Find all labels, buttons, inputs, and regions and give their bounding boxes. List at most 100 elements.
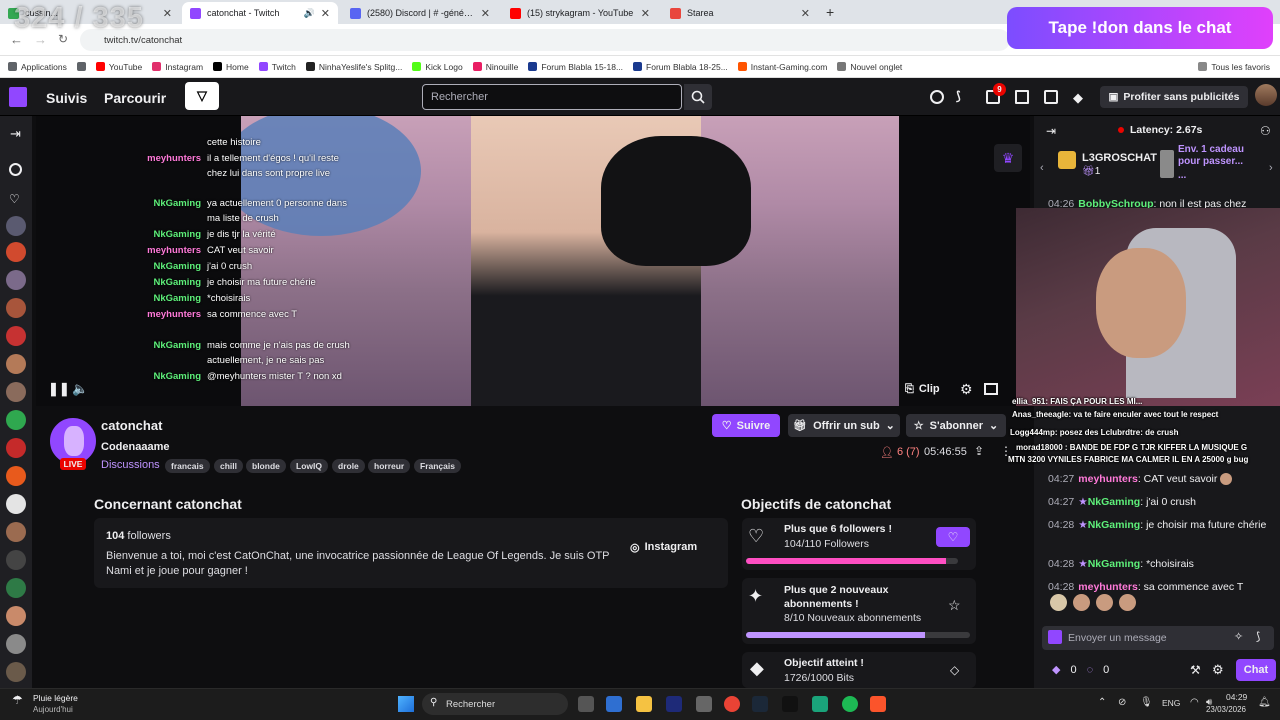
nav-following[interactable]: Suivis xyxy=(46,90,87,106)
channel-avatar[interactable] xyxy=(6,242,26,262)
close-tab-icon[interactable]: ✕ xyxy=(641,7,650,20)
bookmark[interactable]: YouTube xyxy=(95,62,142,72)
speaker-icon[interactable]: 🔊 xyxy=(304,8,315,19)
bookmark[interactable]: Ninouille xyxy=(472,62,518,72)
weather-text[interactable]: Pluie légère xyxy=(33,693,78,703)
instagram-link[interactable]: ◎ Instagram xyxy=(630,541,697,554)
channel-avatar[interactable] xyxy=(6,354,26,374)
collapse-chat-icon[interactable]: ⇥ xyxy=(1046,124,1056,138)
bits-icon[interactable]: ◇ xyxy=(950,663,959,677)
goal-follow-button[interactable]: ♡ xyxy=(936,527,970,547)
bookmark[interactable]: Home xyxy=(213,62,249,72)
widgets-icon[interactable] xyxy=(606,696,622,712)
bookmark[interactable]: Kick Logo xyxy=(412,62,463,72)
browser-tab[interactable]: Starea ✕ xyxy=(662,2,818,24)
star-icon[interactable]: ☆ xyxy=(948,597,961,614)
bookmark[interactable]: Applications xyxy=(8,62,67,72)
settings-app-icon[interactable] xyxy=(696,696,712,712)
crown-icon[interactable]: ♛ xyxy=(994,144,1022,172)
carousel-prev-icon[interactable]: ‹ xyxy=(1040,162,1044,174)
channel-points-icon[interactable]: ◌ xyxy=(1087,664,1094,676)
close-tab-icon[interactable]: ✕ xyxy=(321,7,330,20)
channel-name[interactable]: catonchat xyxy=(101,418,162,433)
channel-avatar[interactable] xyxy=(6,494,26,514)
browser-tab-active[interactable]: catonchat - Twitch 🔊 ✕ xyxy=(182,2,338,24)
app-icon[interactable] xyxy=(812,696,828,712)
all-bookmarks[interactable]: Tous les favoris xyxy=(1198,62,1270,72)
premiere-icon[interactable] xyxy=(666,696,682,712)
expand-sidebar-icon[interactable]: ⇥ xyxy=(10,126,21,142)
channel-avatar[interactable] xyxy=(6,216,26,236)
chrome-icon[interactable] xyxy=(724,696,740,712)
channel-avatar[interactable] xyxy=(6,298,26,318)
tag[interactable]: LowIQ xyxy=(290,459,328,473)
weather-icon[interactable]: ☂ xyxy=(12,693,23,707)
prime-icon[interactable]: ⟆ xyxy=(956,89,970,103)
wifi-icon[interactable]: ◠ xyxy=(1190,697,1199,708)
chat-tools-icon[interactable]: ⚒ xyxy=(1190,663,1201,677)
bookmark[interactable] xyxy=(76,62,86,71)
channel-avatar[interactable] xyxy=(6,466,26,486)
clip-button[interactable]: ⎘ Clip xyxy=(905,381,940,397)
brave-icon[interactable] xyxy=(870,696,886,712)
channel-avatar[interactable] xyxy=(6,410,26,430)
bookmark[interactable]: Forum Blabla 18-25... xyxy=(633,62,728,72)
channel-avatar[interactable] xyxy=(6,606,26,626)
close-tab-icon[interactable]: ✕ xyxy=(801,7,810,20)
channel-avatar[interactable] xyxy=(6,634,26,654)
new-tab-button[interactable]: + xyxy=(826,4,834,20)
tag[interactable]: chill xyxy=(214,459,244,473)
channel-avatar[interactable] xyxy=(6,326,26,346)
language-indicator[interactable]: ENG xyxy=(1162,698,1180,708)
bookmark[interactable]: Instagram xyxy=(152,62,203,72)
tiktok-icon[interactable] xyxy=(782,696,798,712)
theatre-mode-icon[interactable] xyxy=(984,383,998,395)
nav-browse[interactable]: Parcourir xyxy=(104,90,166,106)
windows-start-icon[interactable] xyxy=(398,696,414,712)
mic-icon[interactable]: 🎙︎ xyxy=(1140,697,1153,708)
settings-gear-icon[interactable]: ⚙ xyxy=(960,381,973,397)
browser-tab[interactable]: (2580) Discord | # -général | ✕ xyxy=(342,2,498,24)
mail-icon[interactable] xyxy=(1015,90,1029,104)
clock-date[interactable]: 23/03/2026 xyxy=(1204,705,1246,714)
recommended-icon[interactable] xyxy=(9,163,22,176)
steam-icon[interactable] xyxy=(752,696,768,712)
browser-tab[interactable]: (15) strykagram - YouTube ✕ xyxy=(502,2,658,24)
bookmark[interactable]: Twitch xyxy=(258,62,296,72)
search-button[interactable] xyxy=(684,84,712,110)
user-avatar[interactable] xyxy=(1255,84,1277,106)
spotify-icon[interactable] xyxy=(842,696,858,712)
close-tab-icon[interactable]: ✕ xyxy=(163,7,172,20)
taskbar-search[interactable]: Rechercher xyxy=(422,693,568,715)
twitch-logo-icon[interactable] xyxy=(9,87,27,107)
bits-icon[interactable]: ◆ xyxy=(1073,90,1087,105)
url-field[interactable]: twitch.tv/catonchat xyxy=(80,29,1010,51)
carousel-next-icon[interactable]: › xyxy=(1269,162,1273,174)
tag[interactable]: francais xyxy=(165,459,210,473)
taskview-icon[interactable] xyxy=(578,696,594,712)
bookmark[interactable]: Nouvel onglet xyxy=(837,62,902,72)
channel-avatar[interactable] xyxy=(6,662,26,682)
close-tab-icon[interactable]: ✕ xyxy=(481,7,490,20)
tag[interactable]: drole xyxy=(332,459,365,473)
chat-badge-icon[interactable] xyxy=(1048,630,1062,644)
chat-settings-icon[interactable]: ⚙ xyxy=(1212,662,1224,678)
channel-avatar[interactable] xyxy=(6,522,26,542)
bits-icon[interactable]: ◆ xyxy=(1052,663,1060,676)
channel-avatar[interactable] xyxy=(6,438,26,458)
activity-icon[interactable] xyxy=(930,90,944,104)
tag[interactable]: Français xyxy=(414,459,461,473)
channel-avatar[interactable] xyxy=(6,578,26,598)
tray-chevron-icon[interactable]: ⌃ xyxy=(1098,697,1106,708)
extension-icon[interactable]: ▽ xyxy=(185,82,219,110)
heart-icon[interactable]: ♡ xyxy=(9,192,20,206)
tag[interactable]: blonde xyxy=(246,459,286,473)
ad-free-button[interactable]: ▣ Profiter sans publicités xyxy=(1100,86,1248,108)
emote-picker-icon[interactable]: ✧ xyxy=(1234,630,1243,643)
pause-icon[interactable]: ❚❚ xyxy=(48,381,70,397)
tag[interactable]: horreur xyxy=(368,459,411,473)
gift-sub-button[interactable]: 🎁︎ Offrir un sub ⌄ xyxy=(788,414,900,437)
channel-avatar[interactable] xyxy=(6,382,26,402)
channel-avatar[interactable] xyxy=(6,270,26,290)
chat-send-button[interactable]: Chat xyxy=(1236,659,1276,681)
